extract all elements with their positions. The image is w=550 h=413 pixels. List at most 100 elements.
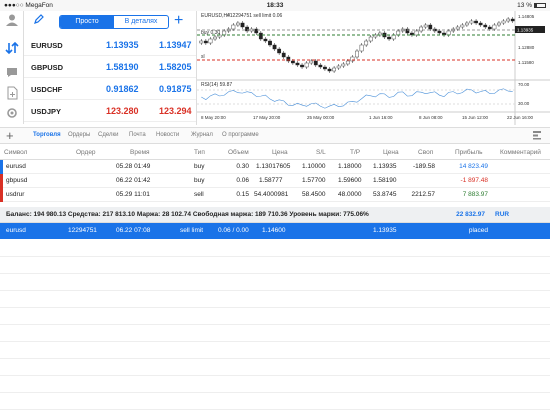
candle-body: [268, 40, 272, 46]
row-swap: 2212.57: [411, 191, 436, 198]
quote-bid: 0.91862: [106, 84, 139, 94]
row-sl: 1.10000: [302, 163, 326, 170]
candle-body: [428, 24, 433, 30]
candle-body: [263, 38, 268, 42]
candle-body: [497, 22, 501, 26]
table-row[interactable]: gbpusd 06.22 01:42 buy 0.06 1.58777 1.57…: [0, 174, 550, 188]
price-tick: 1.14805: [518, 14, 535, 19]
row-cur-price: 1.58190: [373, 177, 397, 184]
candle-body: [345, 60, 350, 65]
col-type: Тип: [194, 149, 205, 156]
table-row[interactable]: usdrur 05.29 11:01 sell 0.15 54.4000981 …: [0, 188, 550, 202]
price-chart[interactable]: EURUSD,H4 #12294751 sell limit 0.06 buy …: [196, 11, 550, 125]
quote-row[interactable]: GBPUSD 1.58190 1.58205: [24, 56, 196, 78]
candle-body: [341, 63, 346, 67]
tab-mail[interactable]: Почта: [129, 132, 146, 138]
account-currency: RUR: [495, 211, 510, 218]
row-indicator: [0, 188, 3, 202]
tab-about[interactable]: О программе: [222, 132, 259, 138]
time-tick: 1 Jun 16:00: [369, 115, 393, 120]
row-tp: 1.18000: [338, 163, 362, 170]
time-tick: 15 Jun 12:00: [462, 115, 489, 120]
new-document-icon[interactable]: [4, 86, 20, 102]
row-type: buy: [194, 163, 205, 170]
buy-label: buy 0.30: [201, 30, 220, 36]
battery-icon: [534, 2, 546, 8]
terminal-tabs: + Торговля Ордеры Сделки Почта Новости Ж…: [0, 127, 550, 144]
battery-percent: 13 %: [517, 2, 532, 9]
quote-row[interactable]: USDJPY 123.280 123.294: [24, 100, 196, 122]
settings-icon[interactable]: [4, 106, 20, 122]
col-price: Цена: [272, 149, 288, 156]
row-cur-price: 1.13935: [373, 163, 397, 170]
candle-body: [423, 24, 428, 28]
rsi-tick: 70.00: [518, 82, 530, 87]
row-symbol: eurusd: [6, 227, 26, 234]
layout-menu-icon[interactable]: [532, 130, 542, 143]
time-tick: 17 May 20:00: [253, 115, 281, 120]
quotes-toolbar: Просто В деталях +: [24, 11, 196, 31]
row-profit: -1 897.48: [460, 177, 488, 184]
candle-body: [437, 30, 442, 34]
tab-deals[interactable]: Сделки: [98, 132, 118, 138]
quote-bid: 1.13935: [106, 40, 139, 50]
detailed-view-button[interactable]: В деталях: [114, 16, 168, 28]
rsi-tick: 30.00: [518, 101, 530, 106]
col-sl: S/L: [316, 149, 326, 156]
candle-body: [336, 65, 341, 69]
candle-body: [465, 22, 469, 26]
tab-orders[interactable]: Ордеры: [68, 132, 90, 138]
candle-body: [506, 18, 511, 22]
row-type: sell: [194, 191, 204, 198]
chat-icon[interactable]: [4, 65, 20, 81]
add-symbol-icon[interactable]: +: [174, 11, 183, 31]
order-label: #12294751 sell limit 0.06: [227, 13, 283, 19]
time-tick: 25 May 00:00: [307, 115, 335, 120]
new-order-icon[interactable]: +: [6, 128, 14, 143]
row-volume: 0.30: [236, 163, 249, 170]
edit-pencil-icon[interactable]: [34, 14, 44, 27]
candle-body: [300, 64, 304, 68]
quote-row[interactable]: USDCHF 0.91862 0.91875: [24, 78, 196, 100]
col-time: Время: [130, 149, 150, 156]
row-price: 1.58777: [259, 177, 283, 184]
table-row[interactable]: eurusd 05.28 01:49 buy 0.30 1.13017605 1…: [0, 160, 550, 174]
row-symbol: gbpusd: [6, 177, 28, 184]
positions-header: Символ Ордер Время Тип Объем Цена S/L T/…: [0, 145, 550, 160]
row-type: sell limit: [180, 227, 204, 234]
candle-body: [359, 44, 364, 52]
tab-trade[interactable]: Торговля: [33, 132, 61, 138]
quote-symbol: USDCHF: [31, 85, 63, 94]
col-symbol: Символ: [4, 149, 28, 156]
quotes-list: EURUSD 1.13935 1.13947 GBPUSD 1.58190 1.…: [24, 34, 196, 122]
candle-body: [387, 36, 391, 40]
candle-body: [332, 67, 336, 72]
quote-symbol: USDJPY: [31, 107, 62, 116]
candle-body: [474, 20, 478, 24]
row-cur-price: 1.13935: [373, 227, 397, 234]
candle-body: [203, 40, 208, 44]
candle-body: [323, 66, 327, 70]
battery-indicator: 13 %: [517, 2, 546, 9]
row-time: 05.28 01:49: [116, 163, 151, 170]
simple-view-button[interactable]: Просто: [60, 16, 114, 28]
candle-body: [304, 62, 309, 68]
tab-journal[interactable]: Журнал: [191, 132, 213, 138]
tab-news[interactable]: Новости: [156, 132, 179, 138]
quote-row[interactable]: EURUSD 1.13935 1.13947: [24, 34, 196, 56]
candle-body: [364, 40, 369, 46]
candle-body: [510, 18, 515, 22]
candle-body: [368, 36, 373, 42]
time-tick: 8 Jun 08:00: [419, 115, 443, 120]
quotes-icon[interactable]: [4, 41, 20, 57]
col-order: Ордер: [76, 149, 96, 156]
quote-ask: 0.91875: [159, 84, 192, 94]
pending-order-row[interactable]: eurusd 12294751 06.22 07:08 sell limit 0…: [0, 223, 550, 239]
status-bar: ●●●○○ MegaFon 18:33 13 %: [0, 0, 550, 11]
chart-svg[interactable]: EURUSD,H4 #12294751 sell limit 0.06 buy …: [197, 11, 550, 125]
row-status: placed: [468, 227, 488, 234]
account-icon[interactable]: [4, 13, 20, 29]
candle-body: [391, 34, 396, 40]
row-time: 06.22 07:08: [116, 227, 151, 234]
rsi-label: RSI(14) 59.87: [201, 82, 232, 88]
